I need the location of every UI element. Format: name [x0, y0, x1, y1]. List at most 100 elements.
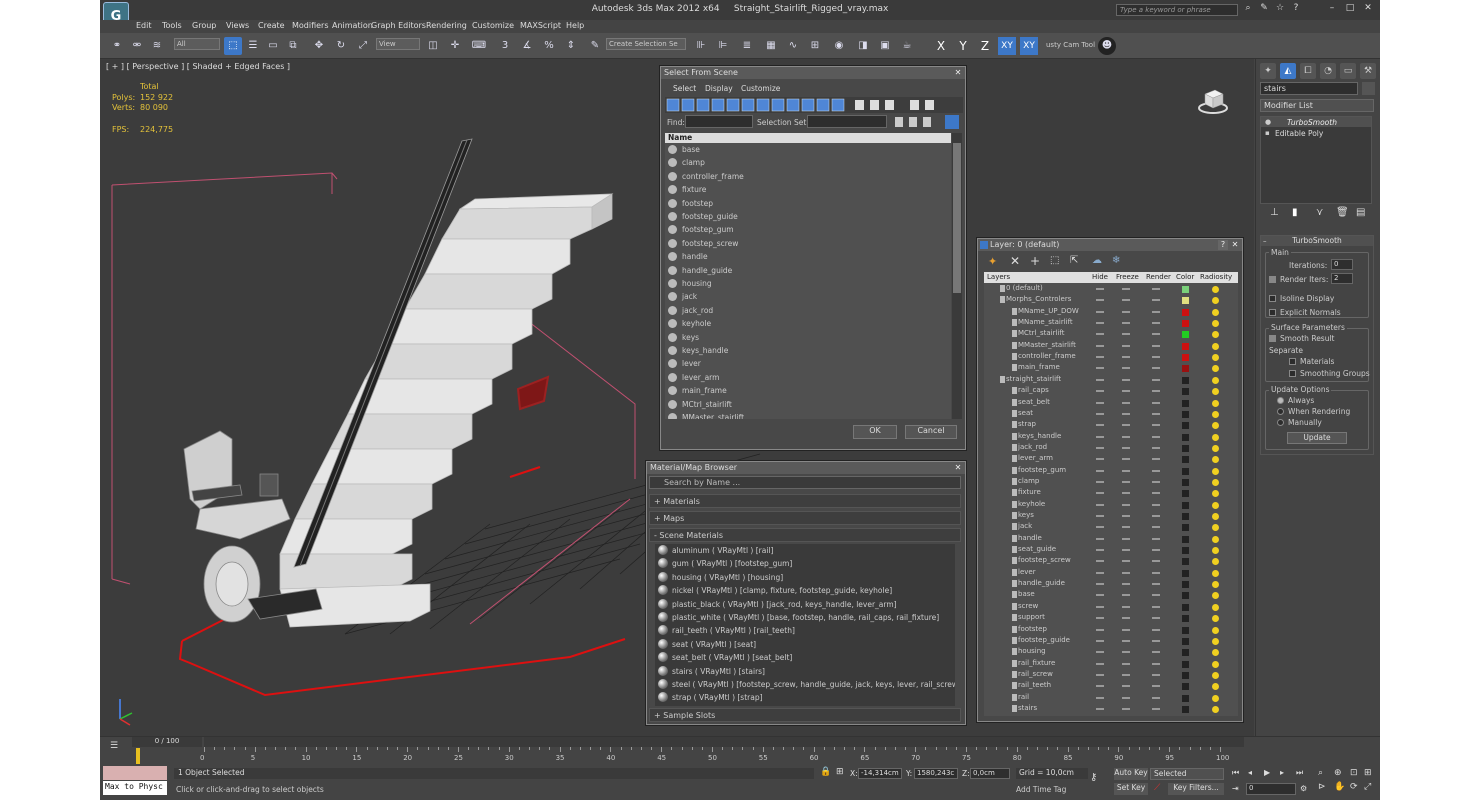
- keyboard-shortcut-icon[interactable]: ⌨: [470, 37, 488, 55]
- freeze-toggle[interactable]: [1122, 673, 1130, 676]
- pin-stack-icon[interactable]: ⊥: [1270, 207, 1279, 218]
- sfs-menu-display[interactable]: Display: [705, 84, 733, 93]
- hide-toggle[interactable]: [1096, 662, 1104, 665]
- object-list-row[interactable]: MMaster_stairlift: [665, 413, 951, 419]
- freeze-toggle[interactable]: [1122, 310, 1130, 313]
- render-toggle[interactable]: [1152, 515, 1160, 517]
- material-list-item[interactable]: nickel ( VRayMtl ) [clamp, fixture, foot…: [655, 585, 955, 598]
- hide-toggle[interactable]: [1096, 401, 1104, 404]
- radiosity-icon[interactable]: [1212, 297, 1219, 305]
- stack-item-turbosmooth[interactable]: TurboSmooth: [1287, 118, 1337, 127]
- select-manipulate-icon[interactable]: ✛: [446, 37, 464, 55]
- menu-graph-editors[interactable]: Graph Editors: [371, 21, 426, 30]
- layer-row[interactable]: strap: [984, 419, 1238, 430]
- axis-x-button[interactable]: X: [932, 37, 950, 55]
- absolute-mode-icon[interactable]: ⊞: [836, 767, 844, 777]
- render-toggle[interactable]: [1152, 299, 1160, 302]
- close-icon[interactable]: ✕: [953, 68, 963, 78]
- render-toggle[interactable]: [1152, 571, 1160, 574]
- hide-toggle[interactable]: [1096, 435, 1104, 438]
- window-crossing-icon[interactable]: ⧉: [284, 37, 302, 55]
- select-object-icon[interactable]: ⬚: [224, 37, 242, 55]
- selection-filter-dropdown[interactable]: All: [174, 38, 220, 50]
- zoom-extents-icon[interactable]: ⊡: [1350, 768, 1358, 778]
- layer-row[interactable]: footstep_screw: [984, 555, 1238, 566]
- object-list-row[interactable]: handle_guide: [665, 265, 951, 279]
- object-list-row[interactable]: footstep: [665, 198, 951, 212]
- iterations-spinner[interactable]: 0: [1331, 259, 1353, 270]
- layer-color-swatch[interactable]: [1182, 603, 1189, 611]
- radiosity-icon[interactable]: [1212, 433, 1219, 441]
- go-to-start-icon[interactable]: ⏮: [1232, 768, 1239, 778]
- ok-button[interactable]: OK: [853, 425, 897, 439]
- radiosity-icon[interactable]: [1212, 399, 1219, 407]
- material-list-item[interactable]: strap ( VRayMtl ) [strap]: [655, 692, 955, 705]
- menu-help[interactable]: Help: [566, 21, 584, 30]
- bind-space-warp-icon[interactable]: ≋: [148, 37, 166, 55]
- layer-row[interactable]: rail_fixture: [984, 658, 1238, 669]
- layer-color-swatch[interactable]: [1182, 297, 1189, 305]
- render-toggle[interactable]: [1152, 458, 1160, 461]
- help-icon[interactable]: ?: [1218, 240, 1228, 250]
- render-toggle[interactable]: [1152, 685, 1160, 688]
- layer-color-swatch[interactable]: [1182, 433, 1189, 441]
- auto-key-button[interactable]: Auto Key: [1114, 768, 1148, 780]
- isoline-display-checkbox[interactable]: Isoline Display: [1269, 294, 1334, 303]
- smooth-result-checkbox[interactable]: Smooth Result: [1269, 334, 1335, 343]
- freeze-toggle[interactable]: [1122, 639, 1130, 642]
- render-toggle[interactable]: [1152, 605, 1160, 608]
- add-to-layer-icon[interactable]: +: [1030, 254, 1040, 268]
- key-mode-toggle-icon[interactable]: ⇥: [1232, 784, 1239, 793]
- radiosity-icon[interactable]: [1212, 547, 1219, 555]
- render-toggle[interactable]: [1152, 549, 1160, 552]
- radiosity-icon[interactable]: [1212, 365, 1219, 373]
- layer-row[interactable]: 0 (default): [984, 283, 1238, 294]
- close-button[interactable]: ✕: [1362, 3, 1374, 15]
- layer-color-swatch[interactable]: [1182, 308, 1189, 316]
- utilities-tab-icon[interactable]: ⚒: [1360, 63, 1376, 79]
- render-toggle[interactable]: [1152, 560, 1160, 563]
- previous-frame-icon[interactable]: ◂: [1248, 768, 1252, 777]
- radiosity-icon[interactable]: [1212, 671, 1219, 679]
- freeze-toggle[interactable]: [1122, 401, 1130, 404]
- freeze-toggle[interactable]: [1122, 480, 1130, 483]
- render-toggle[interactable]: [1152, 651, 1160, 654]
- freeze-toggle[interactable]: [1122, 378, 1130, 381]
- layer-row[interactable]: lever_arm: [984, 453, 1238, 464]
- orbit-icon[interactable]: ⟳: [1350, 782, 1358, 792]
- object-list-row[interactable]: footstep_gum: [665, 225, 951, 238]
- layer-row[interactable]: MName_UP_DOW: [984, 306, 1238, 317]
- layer-row[interactable]: rail_teeth: [984, 680, 1238, 691]
- collapse-icon[interactable]: –: [1263, 237, 1267, 245]
- hide-toggle[interactable]: [1096, 367, 1104, 370]
- layer-color-swatch[interactable]: [1182, 581, 1189, 589]
- layer-color-swatch[interactable]: [1182, 535, 1189, 543]
- render-toggle[interactable]: [1152, 594, 1160, 597]
- delete-layer-icon[interactable]: ✕: [1010, 254, 1020, 268]
- layer-color-swatch[interactable]: [1182, 615, 1189, 623]
- layer-color-swatch[interactable]: [1182, 626, 1189, 634]
- object-color-swatch[interactable]: [1362, 82, 1375, 95]
- go-to-end-icon[interactable]: ⏭: [1296, 768, 1303, 778]
- render-iters-checkbox[interactable]: Render Iters:: [1269, 275, 1328, 284]
- object-list-row[interactable]: MCtrl_stairlift: [665, 399, 951, 413]
- select-by-name-icon[interactable]: ☰: [244, 37, 262, 55]
- freeze-toggle[interactable]: [1122, 662, 1130, 665]
- radiosity-icon[interactable]: [1212, 286, 1219, 293]
- layer-color-swatch[interactable]: [1182, 320, 1189, 328]
- set-key-button[interactable]: Set Key: [1114, 783, 1148, 795]
- radiosity-icon[interactable]: [1212, 320, 1219, 328]
- freeze-toggle[interactable]: [1122, 458, 1130, 461]
- material-list-item[interactable]: stairs ( VRayMtl ) [stairs]: [655, 665, 955, 679]
- layer-color-swatch[interactable]: [1182, 649, 1189, 657]
- object-list-row[interactable]: housing: [665, 279, 951, 292]
- link-icon[interactable]: ⚭: [108, 37, 126, 55]
- play-icon[interactable]: ▶: [1264, 768, 1270, 777]
- z-coordinate-field[interactable]: 0,0cm: [970, 768, 1010, 779]
- freeze-toggle[interactable]: [1122, 492, 1130, 495]
- layer-color-swatch[interactable]: [1182, 410, 1189, 418]
- material-list-item[interactable]: seat ( VRayMtl ) [seat]: [655, 638, 955, 652]
- radiosity-icon[interactable]: [1212, 649, 1219, 657]
- radiosity-icon[interactable]: [1212, 422, 1219, 430]
- display-tab-icon[interactable]: ▭: [1340, 63, 1356, 79]
